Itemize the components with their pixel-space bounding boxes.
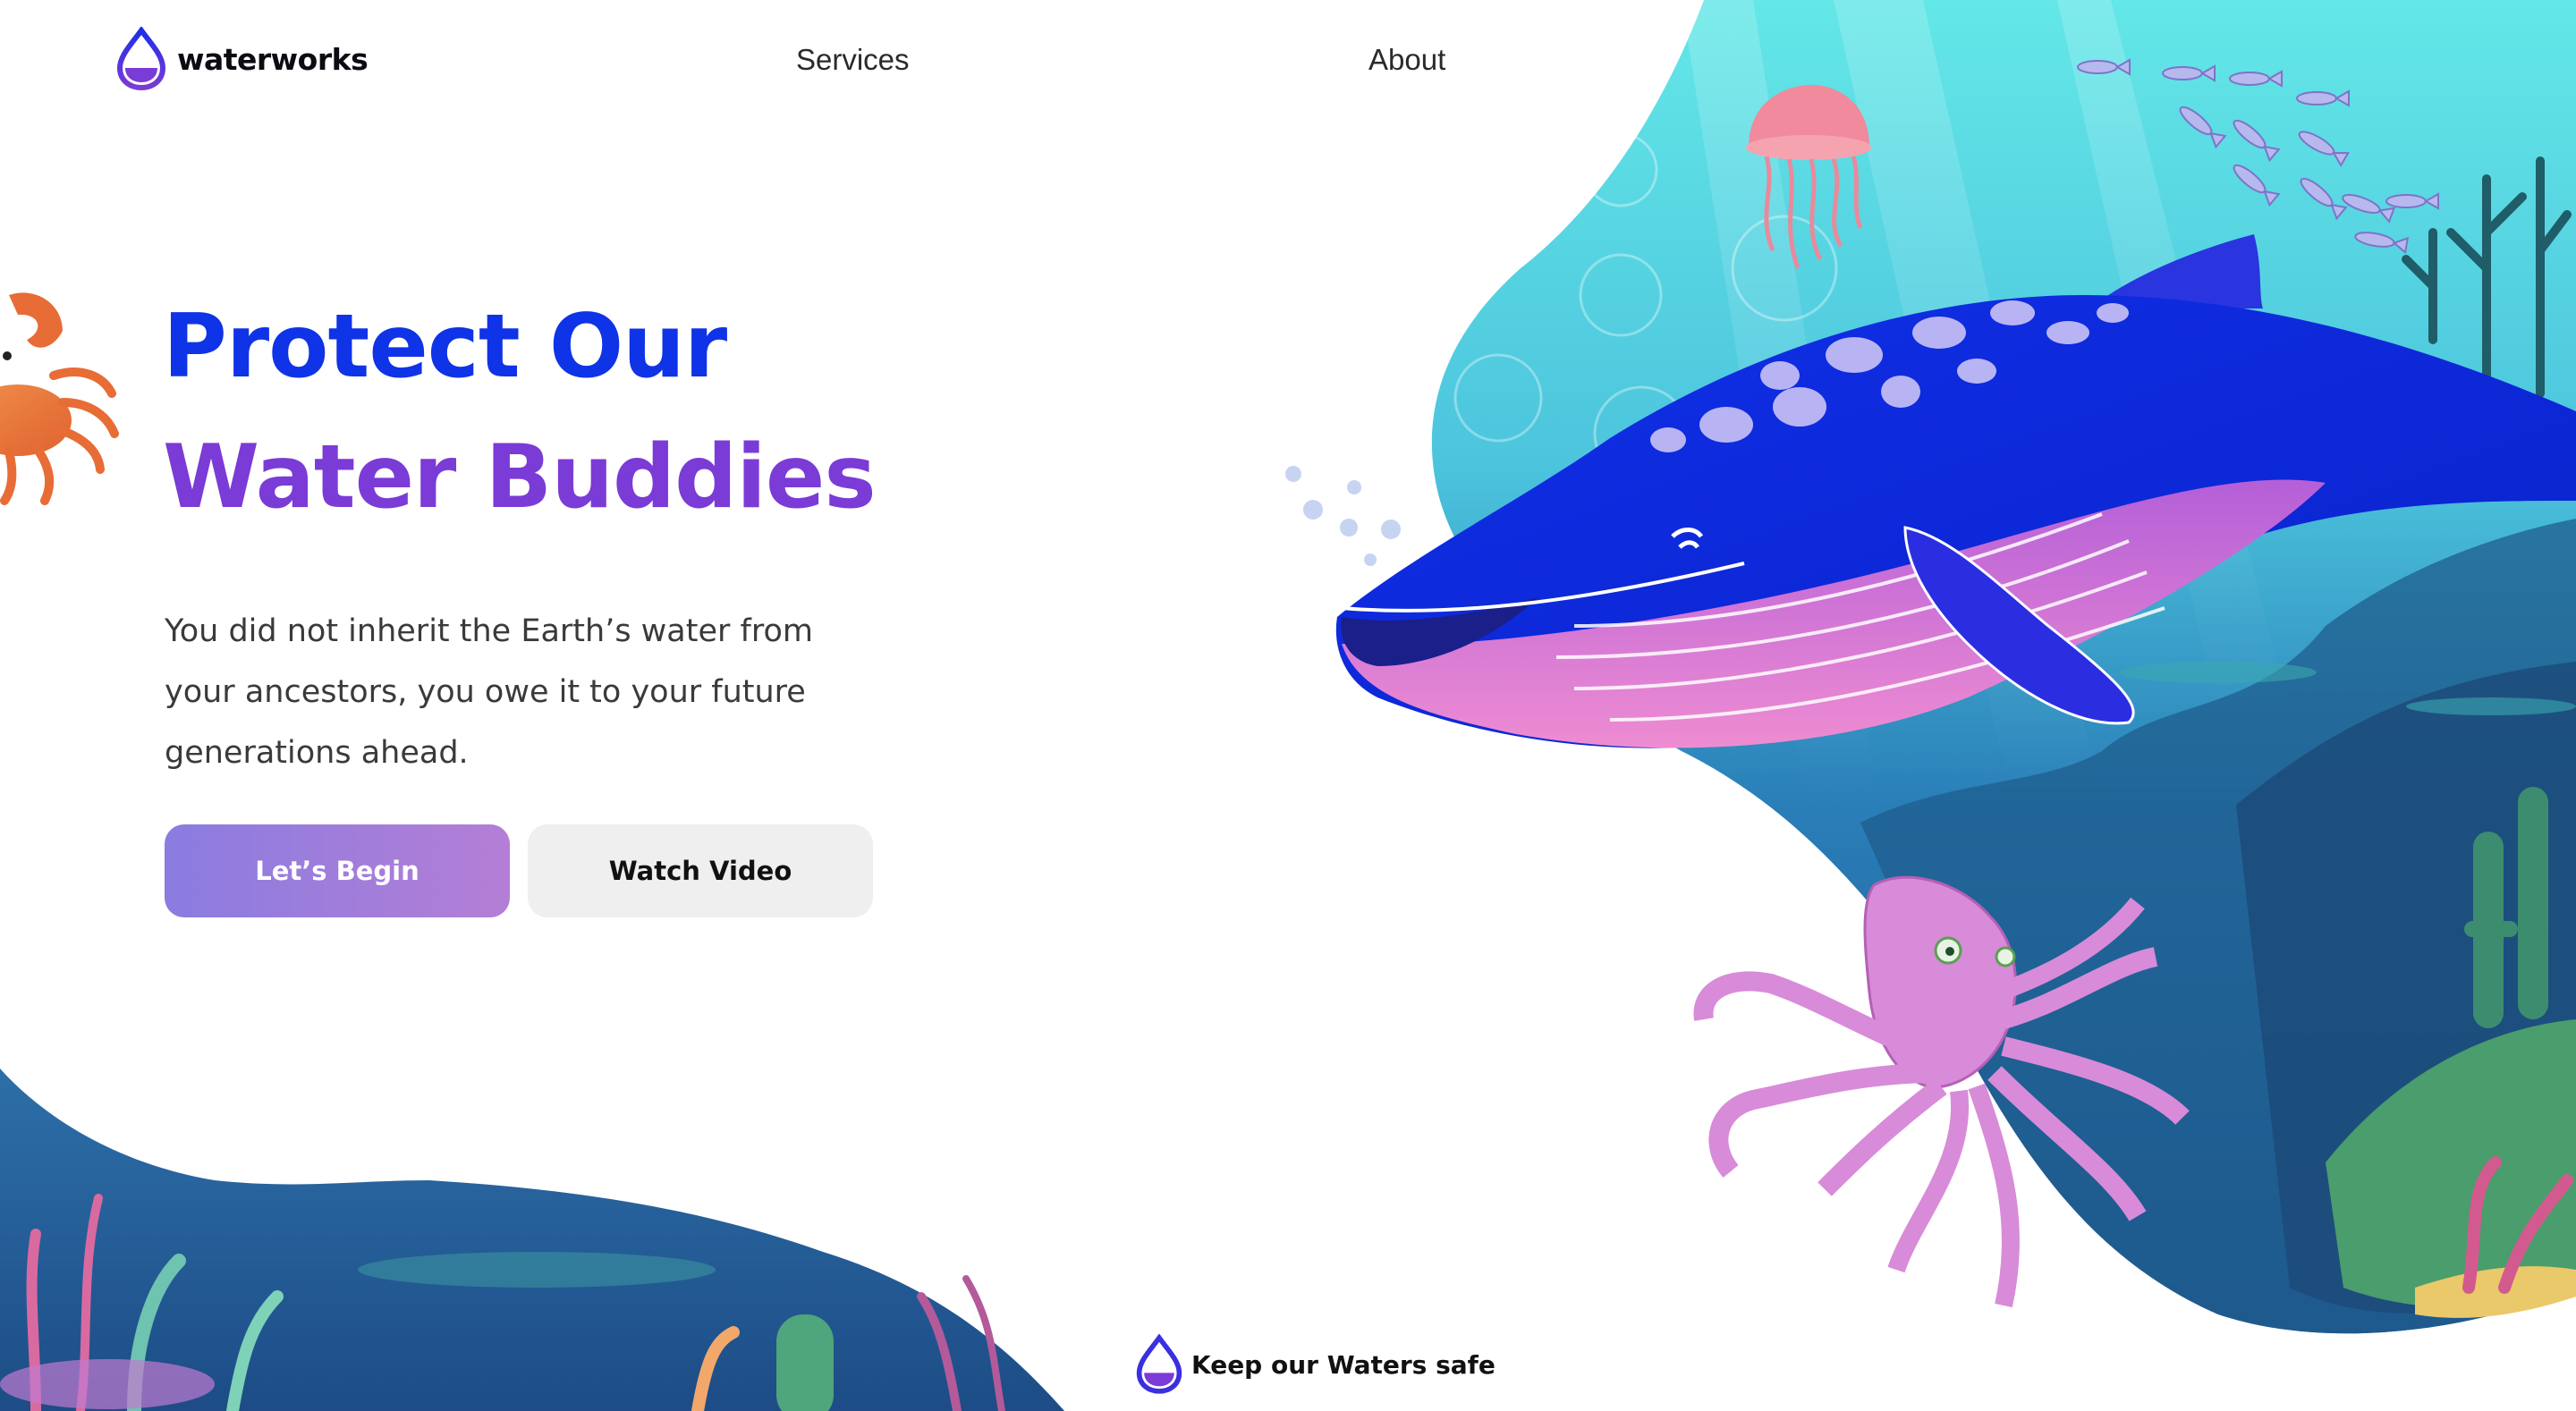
ocean-blob-left	[0, 1069, 1064, 1411]
water-drop-icon	[1136, 1334, 1182, 1394]
water-drop-icon	[116, 27, 166, 91]
crab	[0, 292, 119, 505]
nav-services-link[interactable]: Services	[796, 43, 910, 77]
footer-tagline-text: Keep our Waters safe	[1191, 1349, 1496, 1380]
hero-title-line1: Protect Our	[163, 296, 727, 398]
watch-video-button[interactable]: Watch Video	[528, 824, 873, 917]
nav-about-link[interactable]: About	[1368, 43, 1445, 77]
footer-tagline: Keep our Waters safe	[1134, 1334, 1496, 1395]
lets-begin-button[interactable]: Let’s Begin	[165, 824, 510, 917]
brand-logo[interactable]: waterworks	[114, 27, 369, 91]
hero-title-line2: Water Buddies	[163, 427, 877, 528]
hero-description: You did not inherit the Earth’s water fr…	[165, 613, 813, 771]
hero-title: Protect Our Water Buddies	[163, 282, 877, 543]
brand-name: waterworks	[177, 41, 369, 77]
